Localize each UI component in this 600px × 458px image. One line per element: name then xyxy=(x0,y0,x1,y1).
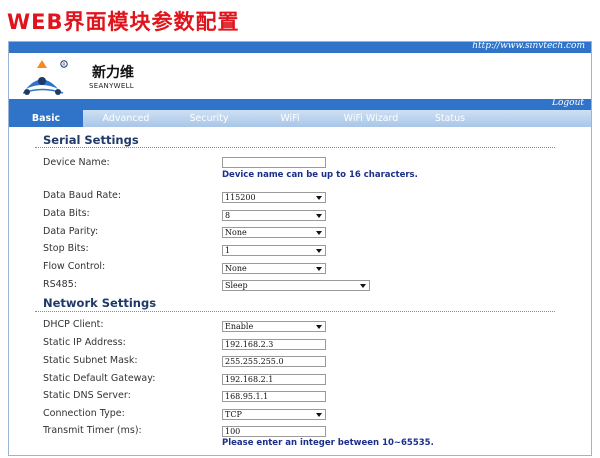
top-url-bar: http://www.sinvtech.com xyxy=(9,42,591,53)
timer-label: Transmit Timer (ms): xyxy=(43,425,142,436)
nav-tabs: Basic Advanced Security WiFi WiFi Wizard… xyxy=(9,110,591,127)
tab-security[interactable]: Security xyxy=(172,110,246,127)
conn-type-value: TCP xyxy=(225,410,242,419)
tab-status[interactable]: Status xyxy=(416,110,484,127)
dhcp-label: DHCP Client: xyxy=(43,319,104,330)
rs485-label: RS485: xyxy=(43,279,77,290)
basic-settings-panel: Serial Settings Device Name: Device name… xyxy=(35,127,581,455)
flow-control-label: Flow Control: xyxy=(43,261,106,272)
stop-bits-label: Stop Bits: xyxy=(43,243,89,254)
flow-control-select[interactable]: None xyxy=(222,263,326,274)
website-url-link[interactable]: http://www.sinvtech.com xyxy=(472,42,585,51)
dhcp-value: Enable xyxy=(225,322,254,331)
mask-field[interactable]: 255.255.255.0 xyxy=(222,356,326,367)
serial-divider xyxy=(35,147,555,148)
logout-link[interactable]: Logout xyxy=(552,98,584,108)
serial-settings-title: Serial Settings xyxy=(43,133,139,147)
tab-wifi[interactable]: WiFi xyxy=(255,110,325,127)
network-divider xyxy=(35,311,555,312)
chevron-down-icon xyxy=(316,325,322,329)
chevron-down-icon xyxy=(316,267,322,271)
flow-control-value: None xyxy=(225,264,247,273)
stop-bits-select[interactable]: 1 xyxy=(222,245,326,256)
dns-label: Static DNS Server: xyxy=(43,390,131,401)
chevron-down-icon xyxy=(316,231,322,235)
chevron-down-icon xyxy=(316,249,322,253)
parity-label: Data Parity: xyxy=(43,226,99,237)
dns-field[interactable]: 168.95.1.1 xyxy=(222,391,326,402)
data-bits-select[interactable]: 8 xyxy=(222,210,326,221)
page-heading: WEB界面模块参数配置 xyxy=(7,10,240,34)
timer-field[interactable]: 100 xyxy=(222,426,326,437)
chevron-down-icon xyxy=(316,413,322,417)
device-name-field[interactable] xyxy=(222,157,326,168)
chevron-down-icon xyxy=(316,214,322,218)
tab-advanced[interactable]: Advanced xyxy=(89,110,163,127)
gateway-field[interactable]: 192.168.2.1 xyxy=(222,374,326,385)
baud-rate-select[interactable]: 115200 xyxy=(222,192,326,203)
network-settings-title: Network Settings xyxy=(43,296,157,310)
logout-bar: Logout xyxy=(9,98,591,110)
web-config-window: http://www.sinvtech.com R 新力维 SEANYWELL … xyxy=(8,41,592,456)
timer-hint: Please enter an integer between 10~65535… xyxy=(222,438,434,448)
device-name-hint: Device name can be up to 16 characters. xyxy=(222,170,418,180)
brand-name-cn: 新力维 xyxy=(92,65,134,81)
device-name-label: Device Name: xyxy=(43,157,110,168)
parity-value: None xyxy=(225,228,247,237)
parity-select[interactable]: None xyxy=(222,227,326,238)
rs485-select[interactable]: Sleep xyxy=(222,280,370,291)
data-bits-value: 8 xyxy=(225,211,231,220)
tab-basic[interactable]: Basic xyxy=(9,110,83,127)
conn-type-label: Connection Type: xyxy=(43,408,125,419)
baud-rate-value: 115200 xyxy=(225,193,256,202)
gateway-label: Static Default Gateway: xyxy=(43,373,156,384)
data-bits-label: Data Bits: xyxy=(43,208,90,219)
dhcp-select[interactable]: Enable xyxy=(222,321,326,332)
conn-type-select[interactable]: TCP xyxy=(222,409,326,420)
rs485-value: Sleep xyxy=(225,281,248,290)
svg-text:R: R xyxy=(62,62,65,68)
tab-wifi-wizard[interactable]: WiFi Wizard xyxy=(327,110,415,127)
ip-label: Static IP Address: xyxy=(43,337,126,348)
chevron-down-icon xyxy=(316,196,322,200)
ip-field[interactable]: 192.168.2.3 xyxy=(222,339,326,350)
chevron-down-icon xyxy=(360,284,366,288)
stop-bits-value: 1 xyxy=(225,246,231,255)
baud-rate-label: Data Baud Rate: xyxy=(43,190,122,201)
mask-label: Static Subnet Mask: xyxy=(43,355,138,366)
tri-dot-logo-icon: R xyxy=(23,60,68,95)
brand-header: R 新力维 SEANYWELL xyxy=(9,53,591,99)
brand-name-en: SEANYWELL xyxy=(89,82,135,90)
